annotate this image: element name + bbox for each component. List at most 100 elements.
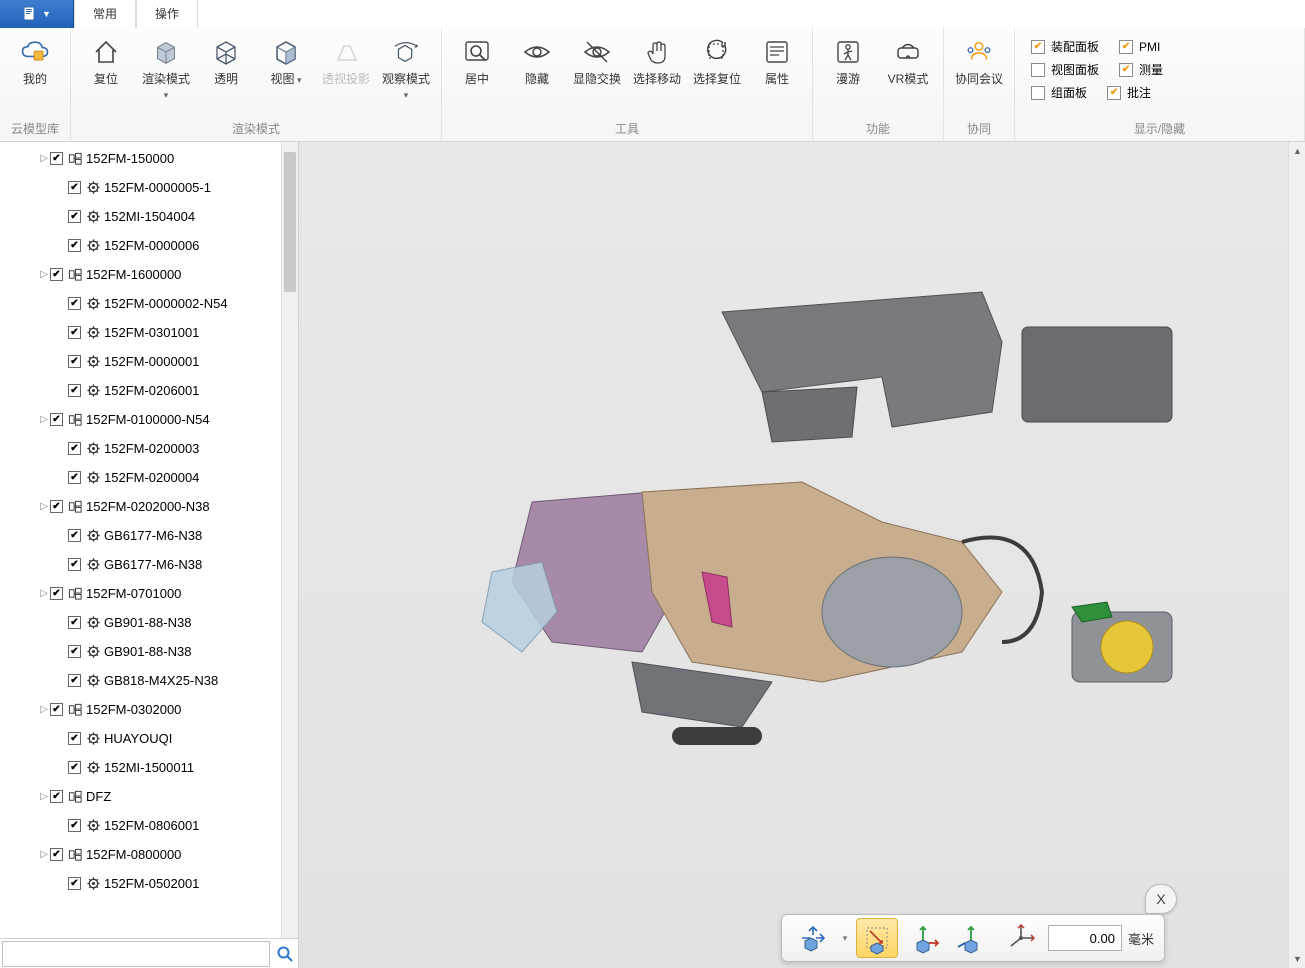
assembly-tree[interactable]: 152FM-150000152FM-0000005-1152MI-1504004… [0, 142, 298, 938]
showhide-check-assembly[interactable]: 装配面板 [1031, 38, 1099, 55]
checkbox-icon[interactable] [68, 355, 81, 368]
properties-button[interactable]: 属性 [748, 32, 806, 90]
tree-part-node[interactable]: 152FM-0000001 [0, 347, 298, 376]
viewport-scrollbar[interactable]: ▲ ▼ [1288, 142, 1305, 968]
checkbox-icon[interactable] [68, 645, 81, 658]
perspective-button[interactable]: 透视投影 [317, 32, 375, 90]
checkbox-icon[interactable] [68, 616, 81, 629]
render-mode-button[interactable]: 渲染模式 [137, 32, 195, 106]
tree-part-node[interactable]: GB818-M4X25-N38 [0, 666, 298, 695]
select-reset-button[interactable]: 选择复位 [688, 32, 746, 90]
move-scale-button[interactable] [856, 918, 898, 958]
search-input[interactable] [2, 941, 270, 967]
scrollbar-thumb[interactable] [284, 152, 296, 292]
3d-viewport[interactable]: X ▾ 毫米 ▲ ▼ [299, 142, 1305, 968]
tree-part-node[interactable]: 152FM-0206001 [0, 376, 298, 405]
move-distance-input[interactable] [1048, 925, 1122, 951]
roam-button[interactable]: 漫游 [819, 32, 877, 90]
tree-part-node[interactable]: 152FM-0502001 [0, 869, 298, 898]
tree-part-node[interactable]: GB6177-M6-N38 [0, 550, 298, 579]
checkbox-icon[interactable] [50, 703, 63, 716]
hide-button[interactable]: 隐藏 [508, 32, 566, 90]
tree-part-node[interactable]: 152MI-1504004 [0, 202, 298, 231]
expander-icon[interactable] [38, 849, 50, 860]
tree-assembly-node[interactable]: 152FM-0302000 [0, 695, 298, 724]
reset-button[interactable]: 复位 [77, 32, 135, 90]
checkbox-icon[interactable] [68, 181, 81, 194]
move-axis-y-button[interactable] [952, 918, 994, 958]
checkbox-icon[interactable] [68, 297, 81, 310]
tree-assembly-node[interactable]: 152FM-1600000 [0, 260, 298, 289]
expander-icon[interactable] [38, 704, 50, 715]
checkbox-icon[interactable] [50, 500, 63, 513]
checkbox-icon[interactable] [68, 674, 81, 687]
transparent-button[interactable]: 透明 [197, 32, 255, 90]
mine-button[interactable]: 我的 [6, 32, 64, 90]
checkbox-icon[interactable] [68, 558, 81, 571]
center-button[interactable]: 居中 [448, 32, 506, 90]
tree-part-node[interactable]: 152FM-0806001 [0, 811, 298, 840]
scroll-up-arrow-icon[interactable]: ▲ [1289, 142, 1305, 160]
tree-part-node[interactable]: 152FM-0000005-1 [0, 173, 298, 202]
expander-icon[interactable] [38, 414, 50, 425]
tree-part-node[interactable]: GB901-88-N38 [0, 608, 298, 637]
checkbox-icon[interactable] [68, 384, 81, 397]
checkbox-icon[interactable] [68, 819, 81, 832]
tree-part-node[interactable]: 152FM-0000002-N54 [0, 289, 298, 318]
tab-commonly-used[interactable]: 常用 [74, 0, 136, 28]
tab-operation[interactable]: 操作 [136, 0, 198, 28]
checkbox-icon[interactable] [50, 152, 63, 165]
view-button[interactable]: 视图 [257, 32, 315, 91]
tree-part-node[interactable]: HUAYOUQI [0, 724, 298, 753]
showhide-check-measure[interactable]: 测量 [1119, 61, 1163, 78]
checkbox-icon[interactable] [68, 210, 81, 223]
observe-mode-button[interactable]: 观察模式 [377, 32, 435, 106]
checkbox-icon[interactable] [68, 877, 81, 890]
expander-icon[interactable] [38, 269, 50, 280]
tree-assembly-node[interactable]: DFZ [0, 782, 298, 811]
showhide-check-viewpanel[interactable]: 视图面板 [1031, 61, 1099, 78]
expander-icon[interactable] [38, 153, 50, 164]
expander-icon[interactable] [38, 588, 50, 599]
checkbox-icon[interactable] [68, 732, 81, 745]
tree-part-node[interactable]: 152FM-0301001 [0, 318, 298, 347]
checkbox-icon[interactable] [50, 413, 63, 426]
scroll-down-arrow-icon[interactable]: ▼ [1289, 950, 1305, 968]
checkbox-icon[interactable] [68, 761, 81, 774]
tree-scrollbar[interactable] [281, 142, 298, 938]
move-free-dropdown[interactable]: ▾ [840, 918, 850, 958]
tree-part-node[interactable]: 152FM-0200003 [0, 434, 298, 463]
close-toolbar-button[interactable]: X [1145, 884, 1177, 914]
tree-assembly-node[interactable]: 152FM-0100000-N54 [0, 405, 298, 434]
search-button[interactable] [272, 941, 298, 967]
move-axis-x-button[interactable] [904, 918, 946, 958]
checkbox-icon[interactable] [68, 529, 81, 542]
checkbox-icon[interactable] [50, 790, 63, 803]
tree-part-node[interactable]: 152FM-0000006 [0, 231, 298, 260]
checkbox-icon[interactable] [68, 326, 81, 339]
expander-icon[interactable] [38, 501, 50, 512]
tree-assembly-node[interactable]: 152FM-0202000-N38 [0, 492, 298, 521]
vr-mode-button[interactable]: VR模式 [879, 32, 937, 90]
showhide-check-annot[interactable]: 批注 [1107, 84, 1151, 101]
collab-meeting-button[interactable]: 协同会议 [950, 32, 1008, 90]
tree-part-node[interactable]: GB6177-M6-N38 [0, 521, 298, 550]
showhide-check-grouppanel[interactable]: 组面板 [1031, 84, 1087, 101]
move-rotate-button[interactable] [1000, 918, 1042, 958]
showhide-check-pmi[interactable]: PMI [1119, 38, 1160, 55]
tree-assembly-node[interactable]: 152FM-0701000 [0, 579, 298, 608]
checkbox-icon[interactable] [68, 239, 81, 252]
toggle-visibility-button[interactable]: 显隐交换 [568, 32, 626, 90]
checkbox-icon[interactable] [68, 442, 81, 455]
select-move-button[interactable]: 选择移动 [628, 32, 686, 90]
app-menu-button[interactable]: ▼ [0, 0, 74, 28]
tree-part-node[interactable]: 152FM-0200004 [0, 463, 298, 492]
checkbox-icon[interactable] [50, 268, 63, 281]
checkbox-icon[interactable] [68, 471, 81, 484]
tree-part-node[interactable]: 152MI-1500011 [0, 753, 298, 782]
tree-assembly-node[interactable]: 152FM-0800000 [0, 840, 298, 869]
tree-assembly-node[interactable]: 152FM-150000 [0, 144, 298, 173]
expander-icon[interactable] [38, 791, 50, 802]
move-free-button[interactable] [792, 918, 834, 958]
tree-part-node[interactable]: GB901-88-N38 [0, 637, 298, 666]
